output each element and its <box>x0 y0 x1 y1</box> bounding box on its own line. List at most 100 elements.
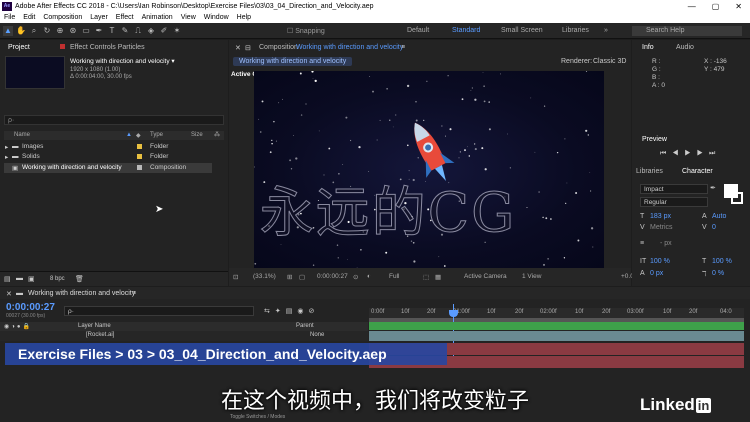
project-search-input[interactable]: ρ· <box>4 115 224 125</box>
menu-effect[interactable]: Effect <box>116 14 134 21</box>
type-tool-icon[interactable]: T <box>107 26 117 36</box>
comp-breadcrumb[interactable]: Working with direction and velocity <box>233 57 353 66</box>
rectangle-tool-icon[interactable]: ▭ <box>81 26 91 36</box>
stroke-color-swatch[interactable] <box>731 192 743 204</box>
tab-audio[interactable]: Audio <box>676 44 694 51</box>
kerning-value[interactable]: Metrics <box>650 224 673 231</box>
workspace-default[interactable]: Default <box>407 27 429 34</box>
time-ruler[interactable]: 0:00f 10f 20f 01:00f 10f 20f 02:00f 10f … <box>369 308 744 318</box>
maximize-button[interactable]: ▢ <box>712 2 720 11</box>
tab-project[interactable]: Project <box>8 44 30 51</box>
snapping-checkbox[interactable]: ☐ Snapping <box>287 27 325 35</box>
tab-composition-name[interactable]: Working with direction and velocity <box>296 44 403 51</box>
panel-menu-icon[interactable]: ≡ <box>401 44 405 51</box>
tsume-value[interactable]: 0 % <box>712 270 724 277</box>
workspace-standard[interactable]: Standard <box>452 27 480 34</box>
delete-icon[interactable]: 🗑 <box>75 275 84 283</box>
layer-bar-green[interactable] <box>369 322 744 330</box>
new-comp-icon[interactable]: ▣ <box>28 275 35 283</box>
camera-view-dropdown[interactable]: Active Camera <box>464 273 507 280</box>
col-size[interactable]: Size <box>191 132 203 138</box>
menu-help[interactable]: Help <box>237 14 251 21</box>
close-tab-icon[interactable]: ✕ <box>6 290 12 298</box>
safe-zones-icon[interactable]: ⊞ <box>287 273 292 281</box>
rotate-tool-icon[interactable]: ↻ <box>42 26 52 36</box>
stroke-width-value[interactable]: - px <box>660 240 672 247</box>
timeline-switches[interactable]: ⇆✦▤◉⊘ <box>264 307 319 315</box>
label-swatch[interactable] <box>137 154 142 159</box>
zoom-tool-icon[interactable]: ⌕ <box>29 26 39 36</box>
renderer-value[interactable]: Classic 3D <box>593 58 626 65</box>
channel-icon[interactable]: ◐ <box>367 273 371 280</box>
new-folder-icon[interactable]: ▬ <box>16 275 23 282</box>
menu-file[interactable]: File <box>4 14 15 21</box>
resolution-dropdown[interactable]: Full <box>389 273 399 280</box>
leading-value[interactable]: Auto <box>712 213 726 220</box>
hand-tool-icon[interactable]: ✋ <box>16 26 26 36</box>
horizontal-scale-value[interactable]: 100 % <box>712 258 732 265</box>
menu-animation[interactable]: Animation <box>142 14 173 21</box>
mask-visibility-icon[interactable]: ▢ <box>299 273 305 281</box>
selection-tool-icon[interactable]: ▲ <box>3 25 13 36</box>
close-tab-icon[interactable]: ✕ <box>235 44 241 52</box>
col-name[interactable]: Name <box>14 132 30 138</box>
font-family-dropdown[interactable]: Impact <box>640 184 708 194</box>
expand-arrow-icon[interactable]: ▸ <box>5 153 8 161</box>
project-item-composition[interactable]: ▣ Working with direction and velocity Co… <box>4 163 212 173</box>
always-preview-icon[interactable]: ⊡ <box>233 273 238 281</box>
minimize-button[interactable]: — <box>688 2 696 11</box>
eraser-tool-icon[interactable]: ◈ <box>146 26 156 36</box>
menu-layer[interactable]: Layer <box>90 14 108 21</box>
camera-tool-icon[interactable]: ⊕ <box>55 26 65 36</box>
eyedropper-icon[interactable]: ✒ <box>710 184 716 192</box>
tab-composition-label[interactable]: Composition <box>259 44 298 51</box>
layer-row[interactable]: [Rocket.ai] None <box>0 331 368 341</box>
transparency-grid-icon[interactable]: ▦ <box>435 273 441 281</box>
sort-ascending-icon[interactable]: ▲ <box>126 132 132 138</box>
col-parent[interactable]: Parent <box>296 323 314 329</box>
project-item-images[interactable]: ▸ ▬ Images Folder <box>4 142 224 152</box>
expand-arrow-icon[interactable]: ▸ <box>5 143 8 151</box>
layer-bar-teal[interactable] <box>369 331 744 341</box>
timeline-search-input[interactable]: ρ· <box>64 306 254 316</box>
baseline-shift-value[interactable]: 0 px <box>650 270 663 277</box>
label-swatch[interactable] <box>137 144 142 149</box>
tab-effect-controls[interactable]: Effect Controls Particles <box>70 44 145 51</box>
pen-tool-icon[interactable]: ✒ <box>94 26 104 36</box>
timeline-current-time[interactable]: 0:00:00:27 <box>6 302 55 313</box>
current-time[interactable]: 0:00:00:27 <box>317 273 348 280</box>
timeline-tab-name[interactable]: Working with direction and velocity <box>28 290 135 297</box>
tracking-value[interactable]: 0 <box>712 224 716 231</box>
bpc-button[interactable]: 8 bpc <box>50 276 65 282</box>
clone-stamp-tool-icon[interactable]: ⎍ <box>133 26 143 36</box>
menu-composition[interactable]: Composition <box>43 14 82 21</box>
region-of-interest-icon[interactable]: ⬚ <box>423 273 429 281</box>
close-button[interactable]: ✕ <box>735 2 742 11</box>
menu-window[interactable]: Window <box>204 14 229 21</box>
col-layer-name[interactable]: Layer Name <box>78 323 111 329</box>
zoom-dropdown[interactable]: (33.1%) <box>253 273 276 280</box>
project-item-solids[interactable]: ▸ ▬ Solids Folder <box>4 152 224 162</box>
roto-brush-tool-icon[interactable]: ✐ <box>159 26 169 36</box>
tab-libraries[interactable]: Libraries <box>636 168 663 175</box>
pan-behind-tool-icon[interactable]: ⊛ <box>68 26 78 36</box>
search-help-input[interactable]: Search Help <box>632 26 742 36</box>
workspace-libraries[interactable]: Libraries <box>562 27 589 34</box>
flowchart-icon[interactable]: ⁂ <box>214 131 220 138</box>
brush-tool-icon[interactable]: ✎ <box>120 26 130 36</box>
comp-name-label[interactable]: Working with direction and velocity ▾ <box>70 57 175 65</box>
font-style-dropdown[interactable]: Regular <box>640 197 708 207</box>
layer-name[interactable]: [Rocket.ai] <box>86 332 114 338</box>
tab-character[interactable]: Character <box>682 168 713 175</box>
tab-info[interactable]: Info <box>642 44 654 51</box>
label-swatch[interactable] <box>137 165 142 170</box>
menu-view[interactable]: View <box>181 14 196 21</box>
workspace-overflow-icon[interactable]: » <box>604 27 608 34</box>
panel-menu-icon[interactable]: ≡ <box>132 290 136 297</box>
menu-edit[interactable]: Edit <box>23 14 35 21</box>
view-layout-dropdown[interactable]: 1 View <box>522 273 541 280</box>
interpret-footage-icon[interactable]: ▤ <box>4 275 11 283</box>
vertical-scale-value[interactable]: 100 % <box>650 258 670 265</box>
preview-controls[interactable]: ⏮◀▶▶⏭ <box>660 150 721 158</box>
font-size-value[interactable]: 183 px <box>650 213 671 220</box>
